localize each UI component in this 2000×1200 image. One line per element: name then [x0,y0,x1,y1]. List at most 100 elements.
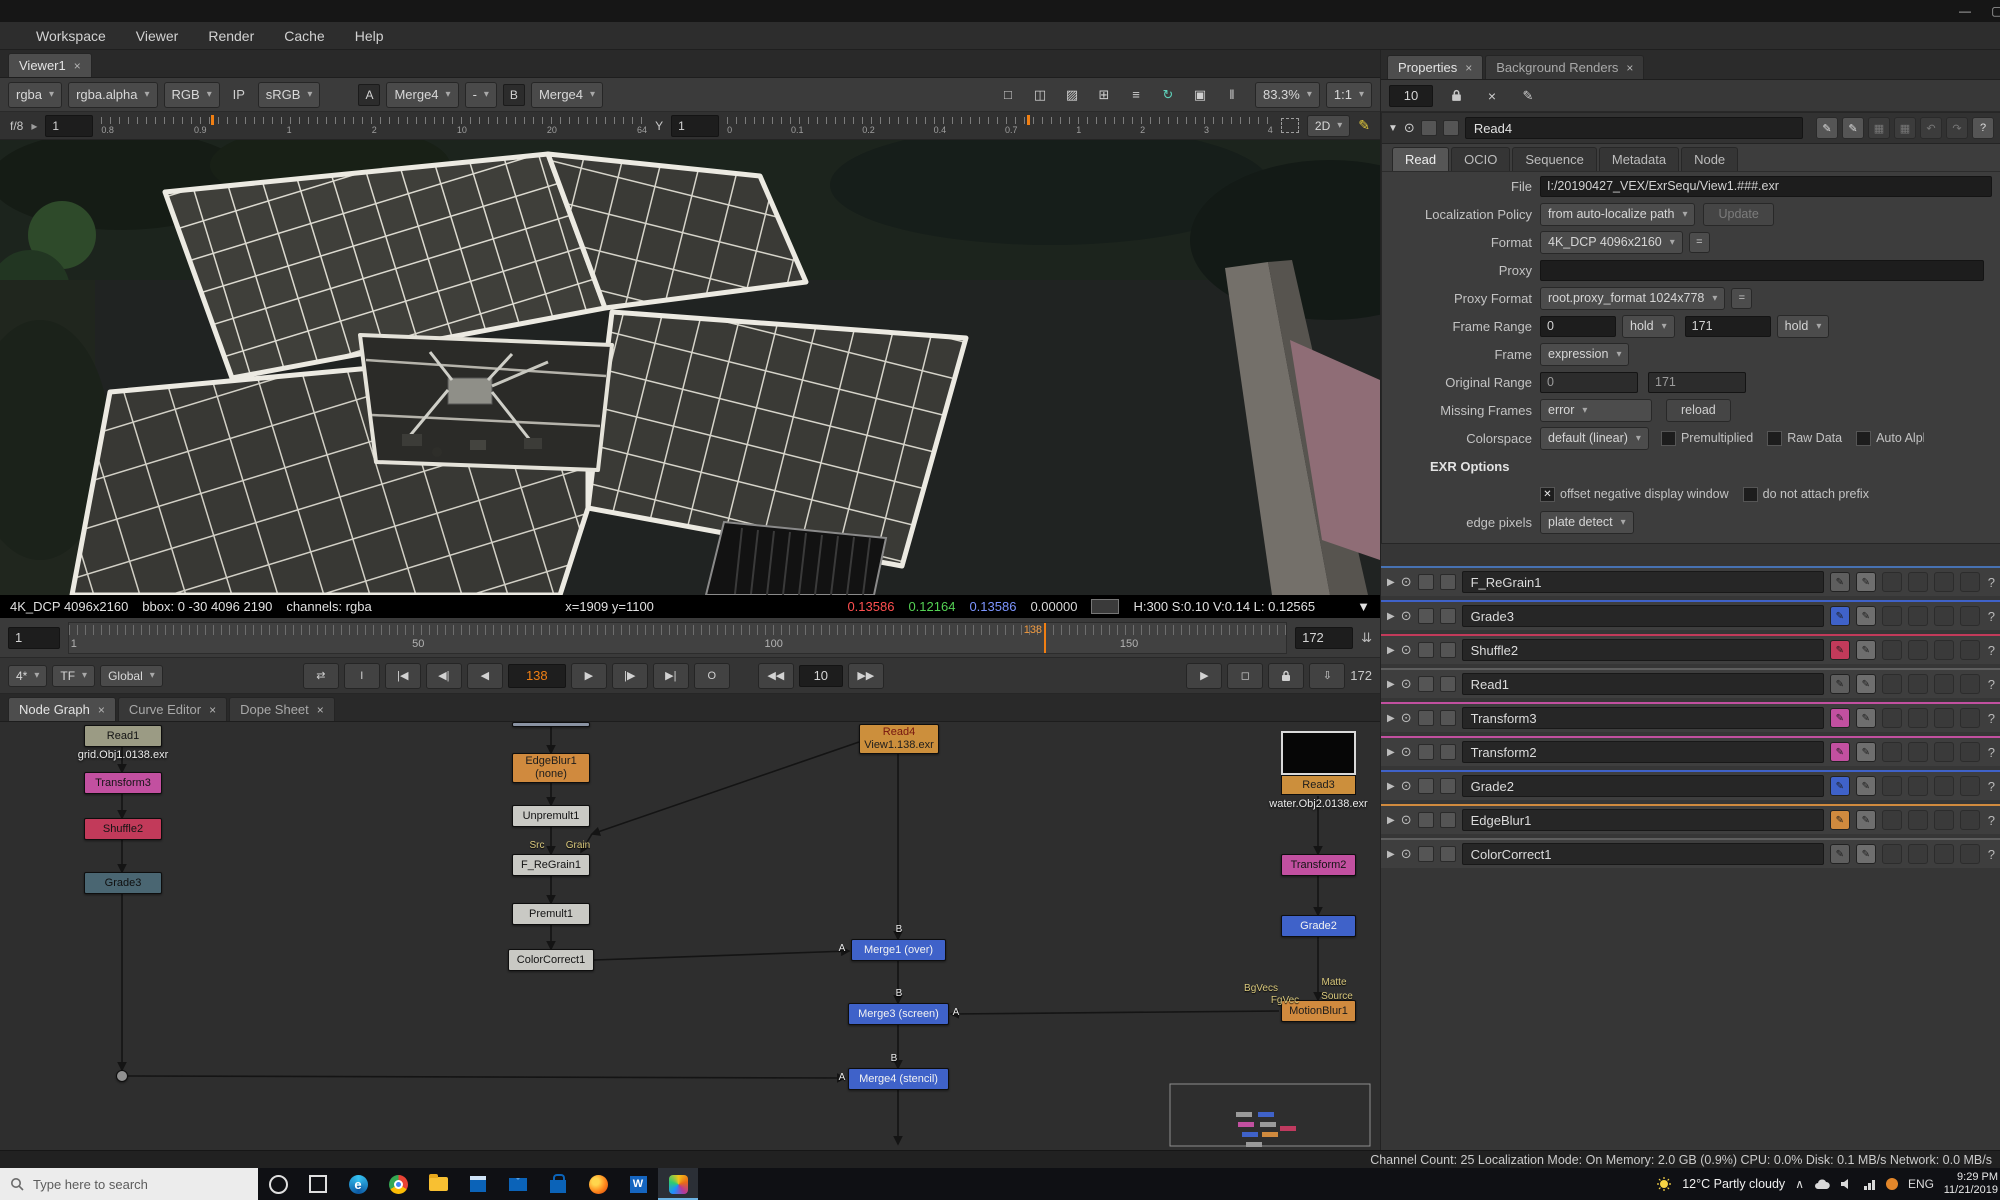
panel-button-4[interactable] [1960,810,1980,830]
node-color-swatch-2[interactable]: ✎ [1856,640,1876,660]
help-icon[interactable]: ? [1972,117,1994,139]
node-indicator-icon[interactable]: ⊙ [1401,642,1412,658]
tab-dope-sheet[interactable]: Dope Sheet × [229,697,335,721]
node-color-swatch-2[interactable]: ✎ [1856,742,1876,762]
panel-button-2[interactable] [1908,640,1928,660]
monitor-out-icon[interactable]: ⊞ [1091,83,1117,107]
panel-button-2[interactable] [1908,810,1928,830]
panel-button-4[interactable] [1960,708,1980,728]
graph-node-EdgeBlur1[interactable]: EdgeBlur1(none) [512,753,590,783]
node-color-swatch[interactable]: ✎ [1830,810,1850,830]
file-path-field[interactable]: I:/20190427_VEX/ExrSequ/View1.###.exr [1540,176,1992,197]
panel-button-3[interactable] [1934,640,1954,660]
view-mode-dropdown[interactable]: 2D [1307,115,1350,137]
lock-range-icon[interactable] [1268,663,1304,689]
node-color-swatch[interactable]: ✎ [1830,606,1850,626]
globe-icon[interactable] [1886,1178,1898,1190]
node-color-swatch-2[interactable]: ✎ [1856,674,1876,694]
search-input[interactable]: Type here to search [0,1168,258,1200]
b-input-dropdown[interactable]: Merge4 [531,82,603,108]
help-button[interactable]: ? [1986,643,1997,658]
format-link-button[interactable]: = [1689,232,1710,253]
gain-input[interactable]: 1 [45,115,93,137]
frame-range-end-input[interactable]: 171 [1685,316,1771,337]
clock[interactable]: 9:29 PM 11/21/2019 [1944,1171,1998,1197]
edge-pixels-dropdown[interactable]: plate detect [1540,511,1634,534]
localization-policy-dropdown[interactable]: from auto-localize path [1540,203,1695,226]
last-frame-icon[interactable]: ▶| [653,663,689,689]
panel-button-1[interactable] [1882,674,1902,694]
close-icon[interactable]: × [98,703,105,717]
node-color-swatch[interactable]: ✎ [1830,742,1850,762]
proxy-format-link-button[interactable]: = [1731,288,1752,309]
taskbar-file-explorer-icon[interactable] [418,1168,458,1200]
expand-arrow-icon[interactable]: ▶ [1387,747,1395,758]
proxy-icon[interactable]: □ [995,83,1021,107]
collapse-arrow-icon[interactable]: ▼ [1388,123,1398,134]
help-button[interactable]: ? [1986,847,1997,862]
panel-button-3[interactable] [1934,708,1954,728]
max-panels-input[interactable]: 10 [1389,85,1433,107]
node-color-swatch-2[interactable]: ✎ [1856,606,1876,626]
panel-row-EdgeBlur1[interactable]: ▶⊙EdgeBlur1✎✎? [1381,804,2000,834]
expand-arrow-icon[interactable]: ▶ [1387,849,1395,860]
node-color-swatch-2[interactable]: ✎ [1856,810,1876,830]
expand-arrow-icon[interactable]: ▶ [1387,713,1395,724]
panel-button-1[interactable] [1882,776,1902,796]
graph-node-Unpremult1[interactable]: Unpremult1 [512,805,590,827]
gain-marker[interactable] [211,115,214,125]
close-icon[interactable]: × [1626,61,1633,75]
panel-button-3[interactable] [1934,776,1954,796]
premultiplied-checkbox[interactable] [1661,431,1676,446]
timeline-ruler[interactable]: 1 50 100 150 138 [68,622,1287,654]
graph-node-clipped-top[interactable] [512,722,590,727]
colorspace-dropdown[interactable]: default (linear) [1540,427,1649,450]
layout-icon[interactable]: ▦ [1868,117,1890,139]
tab-sequence[interactable]: Sequence [1512,147,1597,171]
range-end-input[interactable]: 172 [1295,627,1353,649]
node-name-field[interactable]: F_ReGrain1 [1462,571,1824,593]
offset-negative-display-window-checkbox[interactable] [1540,487,1555,502]
gamma-input[interactable]: 1 [671,115,719,137]
node-indicator-icon[interactable]: ⊙ [1401,574,1412,590]
help-button[interactable]: ? [1986,677,1997,692]
expand-arrow-icon[interactable]: ▶ [1387,815,1395,826]
viewer-lut-dropdown[interactable]: sRGB [258,82,321,108]
help-button[interactable]: ? [1986,745,1997,760]
panel-row-Grade2[interactable]: ▶⊙Grade2✎✎? [1381,770,2000,800]
node-name-field[interactable]: ColorCorrect1 [1462,843,1824,865]
help-button[interactable]: ? [1986,813,1997,828]
panel-button-3[interactable] [1934,742,1954,762]
taskbar-word-icon[interactable]: W [618,1168,658,1200]
help-button[interactable]: ? [1986,609,1997,624]
menu-help[interactable]: Help [355,28,384,44]
float-icon[interactable]: ▦ [1894,117,1916,139]
input-process-button[interactable]: IP [226,83,252,107]
menu-render[interactable]: Render [208,28,254,44]
node-indicator-icon[interactable]: ⊙ [1401,744,1412,760]
node-name-field[interactable]: Read4 [1465,117,1803,139]
tray-chevron-icon[interactable]: ∧ [1795,1177,1804,1191]
node-color-swatch-2[interactable]: ✎ [1856,572,1876,592]
graph-node-Premult1[interactable]: Premult1 [512,903,590,925]
checker-icon[interactable]: ▨ [1059,83,1085,107]
out-point-icon[interactable]: O [694,663,730,689]
taskbar-mail-icon[interactable] [498,1168,538,1200]
first-frame-icon[interactable]: |◀ [385,663,421,689]
tab-node-graph[interactable]: Node Graph × [8,697,116,721]
zoom-level-dropdown[interactable]: 83.3% [1255,82,1320,108]
channel-layer-dropdown[interactable]: rgba [8,82,62,108]
taskbar-task-view-icon[interactable] [298,1168,338,1200]
timeline-playhead[interactable] [1044,623,1046,653]
graph-node-Transform3[interactable]: Transform3 [84,772,162,794]
step-forward-icon[interactable]: ▶ [571,663,607,689]
node-indicator-icon[interactable]: ⊙ [1401,608,1412,624]
edit-panels-icon[interactable]: ✎ [1515,84,1541,108]
network-icon[interactable] [1863,1179,1876,1190]
panel-button-1[interactable] [1882,640,1902,660]
panel-row-Grade3[interactable]: ▶⊙Grade3✎✎? [1381,600,2000,630]
update-button[interactable]: Update [1703,203,1773,226]
node-indicator-icon[interactable]: ⊙ [1401,778,1412,794]
in-point-icon[interactable]: I [344,663,380,689]
render-icon[interactable]: ◻ [1227,663,1263,689]
